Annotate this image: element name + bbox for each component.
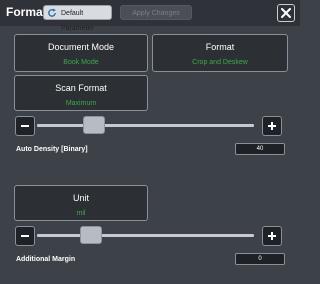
margin-slider-thumb[interactable] <box>80 226 102 244</box>
header-bar: Format Default Parameter Apply Changes <box>0 0 300 32</box>
reset-icon <box>48 8 56 17</box>
minus-icon <box>21 235 29 237</box>
unit-label: Unit <box>72 193 89 203</box>
auto-density-label: Auto Density [Binary] <box>16 146 88 153</box>
apply-changes-label: Apply Changes <box>132 10 180 17</box>
plus-icon <box>268 232 276 240</box>
document-mode-label: Document Mode <box>47 42 115 52</box>
margin-slider-track[interactable] <box>37 234 254 237</box>
minus-icon <box>21 125 29 127</box>
document-mode-card[interactable]: Document Mode Book Mode <box>14 34 148 72</box>
margin-decrease-button[interactable] <box>15 226 35 246</box>
scan-format-card[interactable]: Scan Format Maximum <box>14 75 148 111</box>
auto-density-increase-button[interactable] <box>262 116 282 136</box>
close-icon <box>281 8 291 18</box>
unit-card[interactable]: Unit mil <box>14 185 148 221</box>
format-value: Crop and Deskew <box>192 59 248 66</box>
default-parameter-label: Default Parameter <box>61 10 94 32</box>
scan-format-value: Maximum <box>65 100 97 107</box>
close-button[interactable] <box>277 4 295 22</box>
page-title: Format <box>6 5 47 19</box>
additional-margin-label: Additional Margin <box>16 256 76 263</box>
apply-changes-button[interactable]: Apply Changes <box>120 5 192 20</box>
scan-format-label: Scan Format <box>55 83 107 93</box>
plus-icon <box>268 122 276 130</box>
auto-density-input[interactable]: 40 <box>235 143 285 155</box>
margin-increase-button[interactable] <box>262 226 282 246</box>
auto-density-slider-thumb[interactable] <box>83 116 105 134</box>
format-card[interactable]: Format Crop and Deskew <box>152 34 288 72</box>
auto-density-slider-track[interactable] <box>37 124 254 127</box>
format-label: Format <box>205 42 235 52</box>
default-parameter-button[interactable]: Default Parameter <box>43 5 112 32</box>
document-mode-value: Book Mode <box>63 59 99 66</box>
auto-density-decrease-button[interactable] <box>15 116 35 136</box>
additional-margin-input[interactable]: 0 <box>235 253 285 265</box>
unit-value: mil <box>76 210 86 217</box>
